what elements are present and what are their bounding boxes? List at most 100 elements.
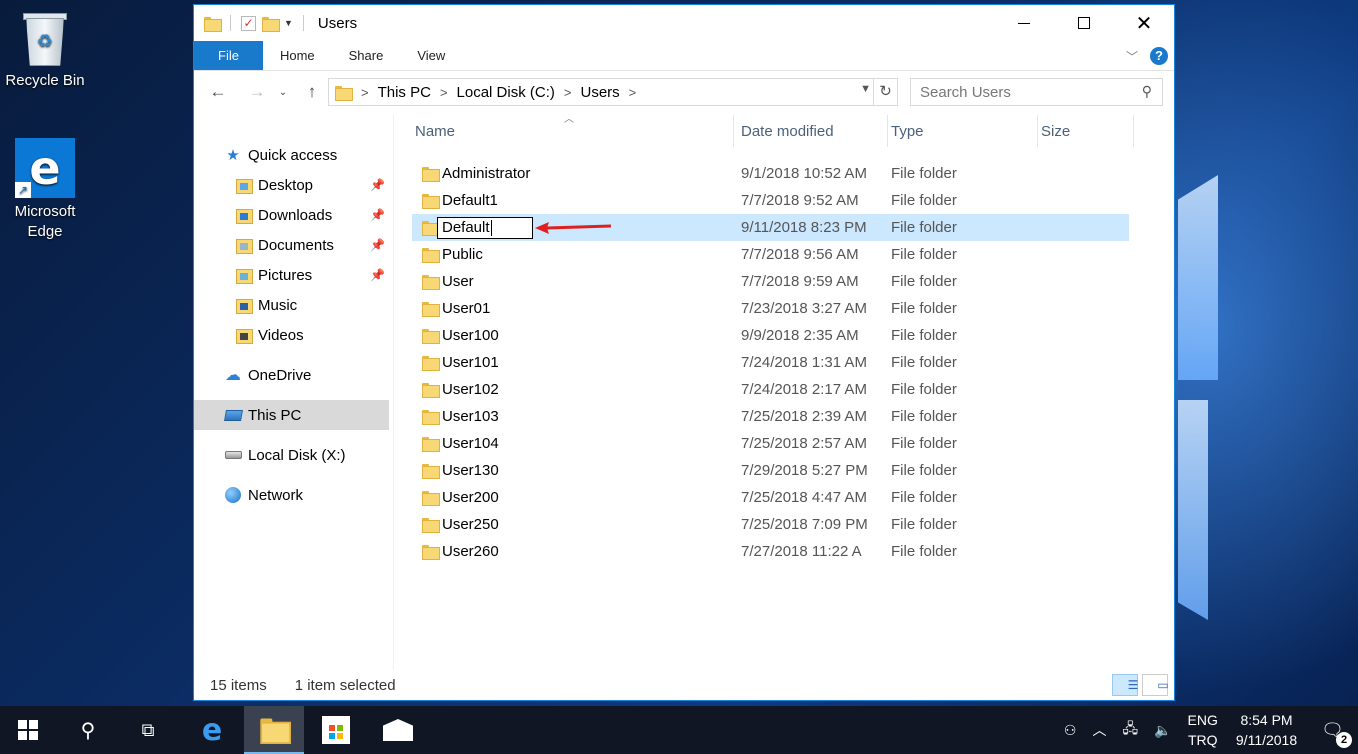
nav-local-disk[interactable]: Local Disk (X:) <box>194 440 389 470</box>
expand-ribbon-icon[interactable]: ﹀ <box>1126 48 1138 65</box>
pin-icon[interactable]: 📌 <box>370 268 385 282</box>
file-row[interactable]: User101 7/24/2018 1:31 AM File folder <box>412 349 1129 376</box>
file-row[interactable]: Default1 7/7/2018 9:52 AM File folder <box>412 187 1129 214</box>
action-center-button[interactable]: 🗨 2 <box>1307 720 1358 748</box>
file-date-modified: 9/11/2018 8:23 PM <box>741 219 867 236</box>
tab-share[interactable]: Share <box>332 41 401 70</box>
file-row[interactable]: User01 7/23/2018 3:27 AM File folder <box>412 295 1129 322</box>
rename-input[interactable]: Default <box>437 217 533 239</box>
edge-icon: e <box>201 712 223 748</box>
minimize-button[interactable] <box>994 5 1054 41</box>
breadcrumb-separator-icon[interactable]: > <box>440 85 448 100</box>
nav-documents[interactable]: Documents 📌 <box>194 230 389 260</box>
star-icon: ★ <box>226 147 240 164</box>
documents-folder-icon <box>235 238 253 254</box>
pin-icon[interactable]: 📌 <box>370 238 385 252</box>
file-row[interactable]: User102 7/24/2018 2:17 AM File folder <box>412 376 1129 403</box>
people-icon[interactable]: ⚇ <box>1056 722 1085 739</box>
file-row[interactable]: Default 9/11/2018 8:23 PM File folder <box>412 214 1129 241</box>
videos-folder-icon <box>235 328 253 344</box>
forward-button[interactable]: → <box>243 78 271 106</box>
up-button[interactable]: ↑ <box>298 78 326 106</box>
search-box[interactable]: ⚲ <box>910 78 1163 106</box>
breadcrumb-this-pc[interactable]: This PC <box>378 84 431 101</box>
taskbar-edge-button[interactable]: e <box>188 706 236 754</box>
taskbar-file-explorer-button[interactable] <box>244 706 304 754</box>
nav-downloads[interactable]: Downloads 📌 <box>194 200 389 230</box>
show-hidden-icons-icon[interactable]: ︿ <box>1084 720 1114 740</box>
properties-icon[interactable]: ✓ <box>241 15 256 31</box>
address-dropdown-icon[interactable]: ▼ <box>860 83 871 95</box>
breadcrumb-local-disk[interactable]: Local Disk (C:) <box>457 84 555 101</box>
tab-home[interactable]: Home <box>263 41 332 70</box>
address-bar[interactable]: > This PC > Local Disk (C:) > Users > ▼ … <box>328 78 898 106</box>
recycle-bin-shortcut[interactable]: ♻ Recycle Bin <box>0 8 90 89</box>
file-row[interactable]: User104 7/25/2018 2:57 AM File folder <box>412 430 1129 457</box>
folder-icon <box>422 221 440 236</box>
file-row[interactable]: User130 7/29/2018 5:27 PM File folder <box>412 457 1129 484</box>
title-bar[interactable]: ✓ ▼ Users ✕ <box>194 5 1174 41</box>
breadcrumb-separator-icon[interactable]: > <box>629 85 637 100</box>
file-row[interactable]: User250 7/25/2018 7:09 PM File folder <box>412 511 1129 538</box>
new-folder-icon[interactable] <box>262 16 280 32</box>
large-icons-view-button[interactable]: ▭ <box>1142 674 1169 696</box>
search-input[interactable] <box>920 83 1130 101</box>
refresh-icon[interactable]: ↻ <box>873 79 897 105</box>
maximize-icon <box>1078 17 1090 29</box>
folder-icon <box>422 410 440 425</box>
taskbar-search-button[interactable]: ⚲ <box>64 706 112 754</box>
nav-pictures[interactable]: Pictures 📌 <box>194 260 389 290</box>
file-row[interactable]: User 7/7/2018 9:59 AM File folder <box>412 268 1129 295</box>
back-button[interactable]: ← <box>204 78 232 106</box>
file-row[interactable]: User200 7/25/2018 4:47 AM File folder <box>412 484 1129 511</box>
text-caret <box>490 220 492 237</box>
task-view-button[interactable]: ⧉ <box>124 706 172 754</box>
file-type: File folder <box>891 354 957 371</box>
nav-videos[interactable]: Videos <box>194 320 389 350</box>
file-name: User250 <box>442 516 499 533</box>
file-date-modified: 9/1/2018 10:52 AM <box>741 165 867 182</box>
close-button[interactable]: ✕ <box>1114 5 1174 41</box>
breadcrumb-users[interactable]: Users <box>580 84 619 101</box>
customize-toolbar-icon[interactable]: ▼ <box>284 18 293 28</box>
tab-file[interactable]: File <box>194 41 263 70</box>
tab-view[interactable]: View <box>400 41 462 70</box>
clock[interactable]: 8:54 PM 9/11/2018 <box>1226 710 1307 750</box>
column-header-size[interactable]: Size <box>1038 115 1134 147</box>
file-row[interactable]: User103 7/25/2018 2:39 AM File folder <box>412 403 1129 430</box>
pin-icon[interactable]: 📌 <box>370 178 385 192</box>
file-date-modified: 7/7/2018 9:52 AM <box>741 192 859 209</box>
column-header-type[interactable]: Type <box>888 115 1038 147</box>
maximize-button[interactable] <box>1054 5 1114 41</box>
pin-icon[interactable]: 📌 <box>370 208 385 222</box>
column-header-date-modified[interactable]: Date modified <box>738 115 888 147</box>
nav-music[interactable]: Music <box>194 290 389 320</box>
nav-network[interactable]: Network <box>194 480 389 510</box>
music-folder-icon <box>235 298 253 314</box>
file-row[interactable]: User260 7/27/2018 11:22 A File folder <box>412 538 1129 565</box>
file-date-modified: 7/25/2018 4:47 AM <box>741 489 867 506</box>
taskbar-store-button[interactable] <box>312 706 360 754</box>
volume-icon[interactable]: 🔈 <box>1146 722 1179 739</box>
start-button[interactable] <box>4 706 52 754</box>
column-header-name[interactable]: Name <box>412 115 734 147</box>
nav-this-pc[interactable]: This PC <box>194 400 389 430</box>
breadcrumb-separator-icon[interactable]: > <box>361 85 369 100</box>
file-type: File folder <box>891 489 957 506</box>
file-row[interactable]: Public 7/7/2018 9:56 AM File folder <box>412 241 1129 268</box>
taskbar-mail-button[interactable] <box>374 706 422 754</box>
breadcrumb-separator-icon[interactable]: > <box>564 85 572 100</box>
edge-shortcut[interactable]: e ↗ Microsoft Edge <box>0 138 90 242</box>
input-language[interactable]: ENG TRQ <box>1180 710 1226 750</box>
nav-label: This PC <box>248 406 302 424</box>
nav-quick-access[interactable]: ★ Quick access <box>194 140 389 170</box>
file-row[interactable]: Administrator 9/1/2018 10:52 AM File folde… <box>412 160 1129 187</box>
help-icon[interactable]: ? <box>1150 47 1168 65</box>
details-view-button[interactable]: ☰ <box>1112 674 1138 696</box>
recent-locations-button[interactable]: ⌄ <box>273 78 293 106</box>
nav-label: Pictures <box>258 266 313 284</box>
file-row[interactable]: User100 9/9/2018 2:35 AM File folder <box>412 322 1129 349</box>
nav-desktop[interactable]: Desktop 📌 <box>194 170 389 200</box>
network-status-icon[interactable]: 🖧 <box>1114 718 1146 742</box>
nav-onedrive[interactable]: ☁ OneDrive <box>194 360 389 390</box>
